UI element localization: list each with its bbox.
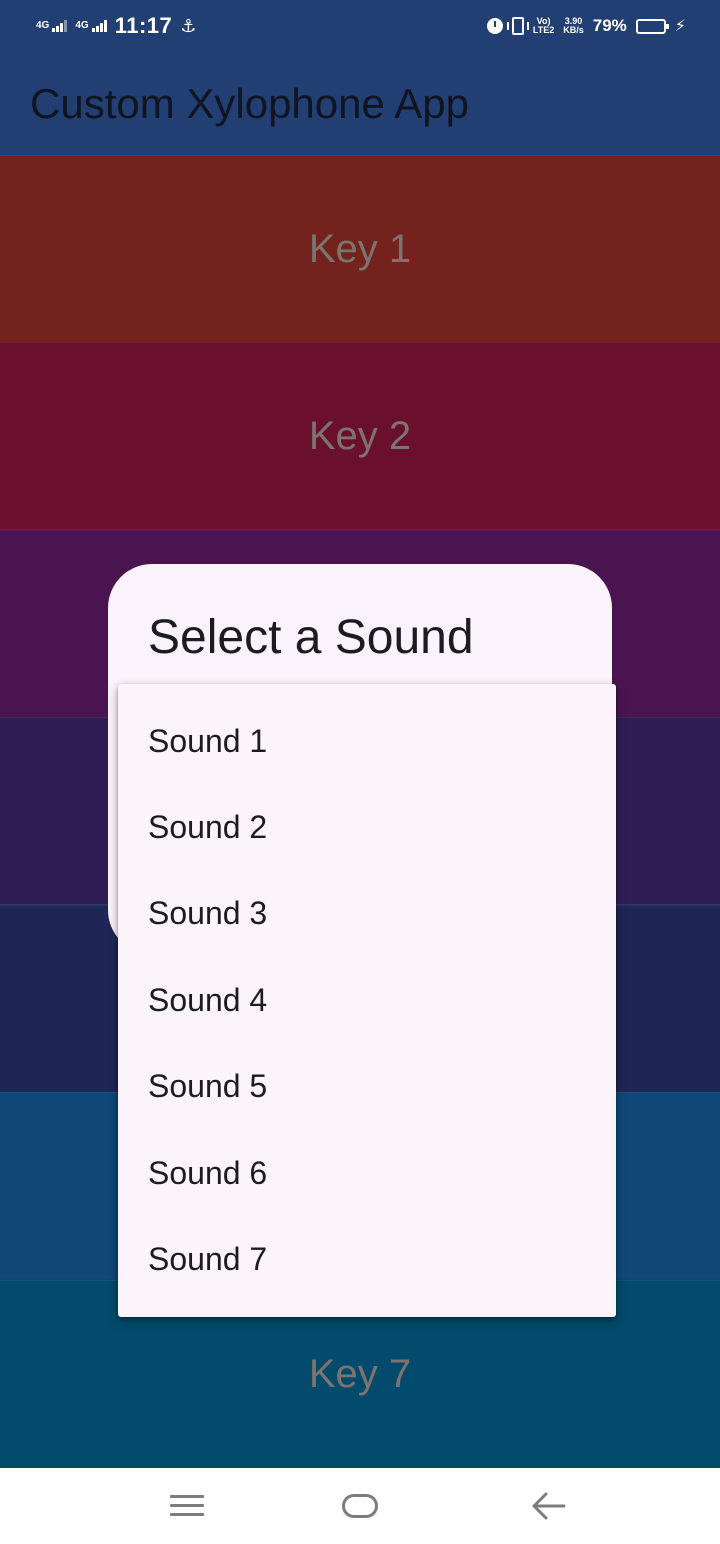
status-time: 11:17 bbox=[114, 13, 173, 38]
sound-option-7[interactable]: Sound 7 bbox=[118, 1216, 616, 1302]
volte-indicator: Vo) LTE2 bbox=[533, 17, 554, 35]
sound-option-2[interactable]: Sound 2 bbox=[118, 784, 616, 870]
key-label: Key 1 bbox=[308, 226, 412, 271]
volte-line-2: LTE2 bbox=[532, 25, 555, 35]
signal-1-icon: 4G bbox=[36, 20, 68, 32]
network-type-1: 4G bbox=[36, 20, 50, 31]
sound-option-3[interactable]: Sound 3 bbox=[118, 870, 616, 956]
dialog-title: Select a Sound bbox=[148, 611, 474, 664]
menu-icon[interactable] bbox=[170, 1495, 204, 1517]
xylophone-key-1[interactable]: Key 1 bbox=[0, 155, 720, 342]
key-label: Key 7 bbox=[308, 1352, 412, 1396]
sound-option-4[interactable]: Sound 4 bbox=[118, 957, 616, 1043]
network-speed: 3.90 KB/s bbox=[563, 17, 584, 35]
key-label: Key 2 bbox=[308, 413, 412, 458]
battery-percent: 79% bbox=[592, 16, 627, 35]
speed-unit: KB/s bbox=[563, 25, 584, 35]
home-icon[interactable] bbox=[342, 1494, 378, 1518]
sound-option-6[interactable]: Sound 6 bbox=[118, 1130, 616, 1216]
charging-icon: ⚡ bbox=[674, 18, 686, 35]
sound-option-5[interactable]: Sound 5 bbox=[118, 1043, 616, 1129]
app-title: Custom Xylophone App bbox=[30, 80, 469, 127]
vibrate-icon bbox=[506, 17, 529, 35]
sound-option-1[interactable]: Sound 1 bbox=[118, 698, 616, 784]
usb-icon: ⚓ bbox=[180, 15, 197, 36]
status-right: Vo) LTE2 3.90 KB/s 79% ⚡ bbox=[486, 12, 686, 40]
app-bar: Custom Xylophone App bbox=[0, 52, 720, 155]
back-icon[interactable] bbox=[530, 1490, 566, 1522]
network-type-2: 4G bbox=[75, 20, 89, 31]
system-nav-bar bbox=[0, 1468, 720, 1544]
battery-icon bbox=[635, 18, 669, 34]
status-left: 4G 4G 11:17 ⚓ bbox=[36, 12, 196, 40]
sound-dropdown-menu: Sound 1 Sound 2 Sound 3 Sound 4 Sound 5 … bbox=[118, 684, 616, 1317]
status-bar: 4G 4G 11:17 ⚓ Vo) LTE2 3.90 KB/s 79% ⚡ bbox=[0, 0, 720, 52]
xylophone-key-2[interactable]: Key 2 bbox=[0, 342, 720, 529]
alarm-icon bbox=[486, 18, 503, 34]
signal-2-icon: 4G bbox=[75, 20, 107, 32]
